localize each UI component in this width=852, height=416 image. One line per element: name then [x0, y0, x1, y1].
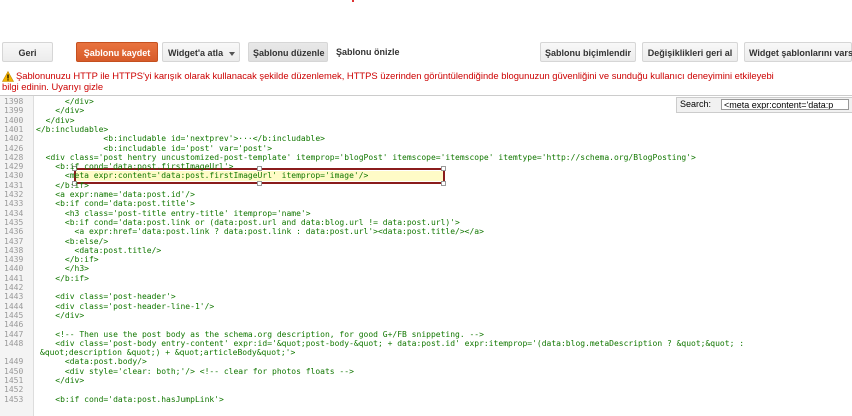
back-button[interactable]: Geri	[2, 42, 53, 62]
https-warning: Şablonunuzu HTTP ile HTTPS'yi karışık ol…	[0, 70, 852, 92]
warning-text: Şablonunuzu HTTP ile HTTPS'yi karışık ol…	[16, 70, 774, 81]
toolbar: Geri Şablonu kaydet Widget'a atla Şablon…	[0, 42, 852, 62]
widget-jump-dropdown[interactable]: Widget'a atla	[162, 42, 240, 62]
search-label: Search:	[680, 99, 712, 109]
edit-template-button[interactable]: Şablonu düzenle	[248, 42, 328, 62]
search-input[interactable]: <meta expr:content='data:p	[721, 99, 849, 110]
line-number: 1453	[4, 394, 24, 404]
save-template-button[interactable]: Şablonu kaydet	[76, 42, 158, 62]
top-marker	[352, 0, 354, 2]
widget-templates-button[interactable]: Widget şablonlarını varsa	[744, 42, 852, 62]
widget-jump-label: Widget'a atla	[168, 48, 224, 58]
warning-text-line2: bilgi edinin.	[2, 81, 49, 92]
code-text: <b:if cond='data:post.hasJumpLink'>	[36, 394, 224, 404]
preview-template-button[interactable]: Şablonu önizle	[332, 42, 402, 62]
code-editor[interactable]: 1398 </div> 1399 </div> 1400 </div> 1401 </b…	[0, 95, 852, 416]
dismiss-warning-link[interactable]: Uyarıyı gizle	[52, 81, 104, 92]
search-box: Search: <meta expr:content='data:p	[676, 97, 852, 113]
code-line: 1453 <b:if cond='data:post.hasJumpLink'>	[0, 395, 852, 405]
format-template-button[interactable]: Şablonu biçimlendir	[540, 42, 636, 62]
chevron-down-icon	[229, 51, 236, 56]
revert-changes-button[interactable]: Değişiklikleri geri al	[642, 42, 738, 62]
